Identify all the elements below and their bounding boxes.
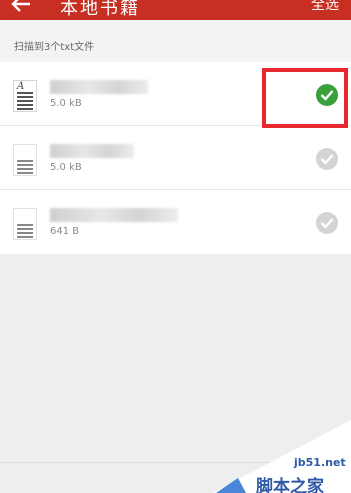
- unchecked-icon[interactable]: [316, 212, 338, 234]
- list-item[interactable]: 641 B: [0, 190, 351, 254]
- watermark-domain: jb51.net: [294, 456, 346, 469]
- page-title: 本地书籍: [60, 0, 140, 19]
- file-name-redacted: [50, 208, 178, 222]
- text-file-icon: A: [13, 80, 37, 112]
- file-name-redacted: [50, 144, 134, 158]
- scan-summary: 扫描到3个txt文件: [0, 20, 351, 62]
- app-header: 本地书籍 全选: [0, 0, 351, 20]
- text-file-icon: [13, 144, 37, 176]
- file-size: 641 B: [50, 226, 80, 237]
- file-size: 5.0 kB: [50, 98, 82, 109]
- list-item[interactable]: 5.0 kB: [0, 126, 351, 190]
- select-all-button[interactable]: 全选: [311, 0, 339, 14]
- watermark-name: 脚本之家: [256, 477, 324, 493]
- file-size: 5.0 kB: [50, 162, 82, 173]
- back-arrow-icon[interactable]: [10, 0, 32, 15]
- site-watermark: jb51.net 脚本之家: [212, 420, 351, 493]
- file-name-redacted: [50, 80, 148, 94]
- highlight-box: [262, 68, 348, 128]
- unchecked-icon[interactable]: [316, 148, 338, 170]
- text-file-icon: [13, 208, 37, 240]
